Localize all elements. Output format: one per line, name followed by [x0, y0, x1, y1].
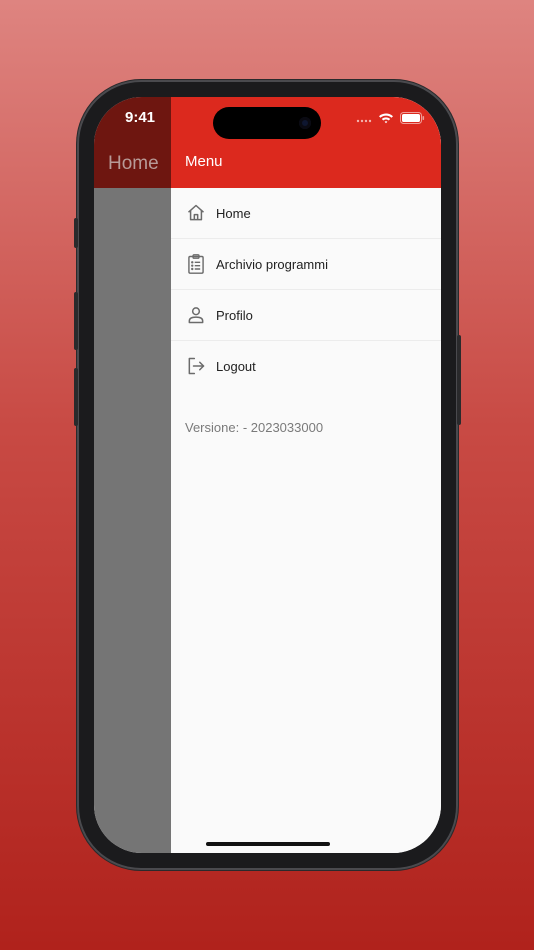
battery-icon	[400, 111, 425, 129]
version-label: Versione: - 2023033000	[185, 420, 324, 435]
power-button	[457, 335, 461, 425]
dynamic-island	[213, 107, 321, 139]
drawer-title: Menu	[185, 153, 223, 170]
menu-item-home[interactable]: Home	[171, 188, 441, 239]
status-icons	[356, 111, 425, 129]
home-icon	[185, 202, 207, 224]
menu-item-label: Archivio programmi	[216, 256, 328, 272]
menu-item-label: Home	[216, 205, 251, 221]
background-page-title: Home	[108, 153, 159, 174]
person-icon	[185, 304, 207, 326]
drawer-menu-list: Home Archivio programmi Profilo Logout	[171, 188, 441, 391]
menu-item-archivio-programmi[interactable]: Archivio programmi	[171, 239, 441, 290]
menu-item-profilo[interactable]: Profilo	[171, 290, 441, 341]
menu-item-label: Profilo	[216, 307, 253, 323]
volume-down-button	[74, 368, 78, 426]
logout-icon	[185, 355, 207, 377]
silent-switch	[74, 218, 78, 248]
menu-item-label: Logout	[216, 358, 256, 374]
wifi-icon	[378, 111, 394, 129]
home-indicator[interactable]	[206, 842, 330, 846]
clipboard-list-icon	[185, 253, 207, 275]
phone-frame: Home 9:41 Menu Home Archivio programmi P…	[74, 80, 461, 870]
phone-screen: Home 9:41 Menu Home Archivio programmi P…	[94, 97, 441, 853]
volume-up-button	[74, 292, 78, 350]
signal-icon	[356, 111, 372, 129]
camera-icon	[299, 117, 311, 129]
menu-item-logout[interactable]: Logout	[171, 341, 441, 391]
drawer-scrim[interactable]: Home	[94, 97, 171, 853]
navigation-drawer: Menu Home Archivio programmi Profilo Log…	[171, 97, 441, 853]
